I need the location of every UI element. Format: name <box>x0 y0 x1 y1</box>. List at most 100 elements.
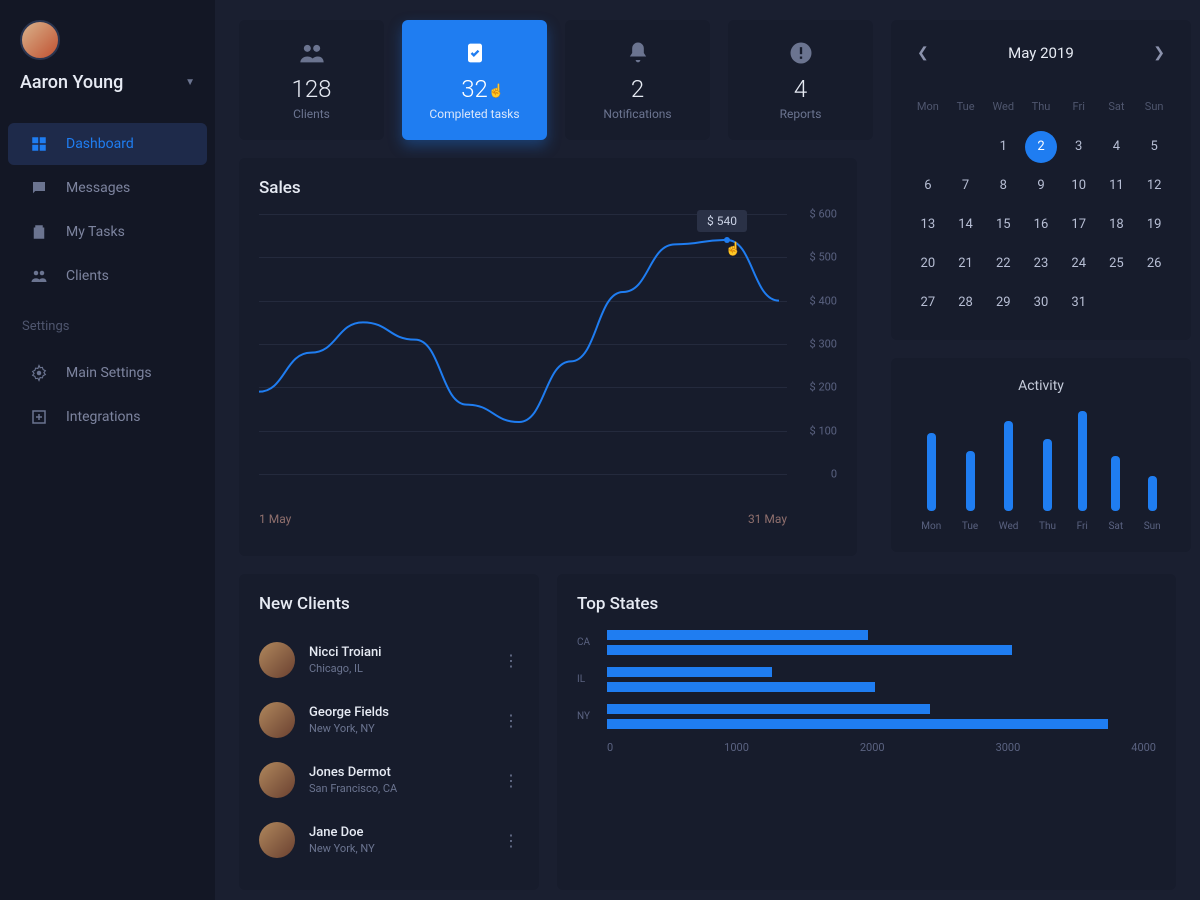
calendar-day[interactable]: 16 <box>1024 207 1058 242</box>
avatar[interactable] <box>20 20 60 60</box>
stat-value: 2 <box>631 75 644 103</box>
calendar-day[interactable]: 23 <box>1024 246 1058 281</box>
calendar-day[interactable]: 25 <box>1100 246 1134 281</box>
calendar-day[interactable]: 27 <box>911 285 945 320</box>
calendar-day[interactable]: 7 <box>949 168 983 203</box>
gear-icon <box>30 364 48 382</box>
plus-box-icon <box>30 408 48 426</box>
calendar-day[interactable]: 12 <box>1137 168 1171 203</box>
calendar-next[interactable]: ❯ <box>1153 45 1165 61</box>
calendar-day[interactable]: 11 <box>1100 168 1134 203</box>
calendar-day[interactable]: 6 <box>911 168 945 203</box>
client-row[interactable]: Jones DermotSan Francisco, CA⋮ <box>259 750 519 810</box>
y-tick: 0 <box>831 468 837 481</box>
client-row[interactable]: Nicci TroianiChicago, IL⋮ <box>259 630 519 690</box>
calendar-dow: Thu <box>1024 96 1058 125</box>
sidebar-item-messages[interactable]: Messages <box>8 167 207 209</box>
calendar-day[interactable]: 8 <box>986 168 1020 203</box>
more-icon[interactable]: ⋮ <box>503 771 519 790</box>
calendar-day[interactable]: 19 <box>1137 207 1171 242</box>
calendar-day[interactable]: 3 <box>1062 129 1096 164</box>
sidebar: Aaron Young ▼ Dashboard Messages My Task… <box>0 0 215 900</box>
sales-chart: $ 600$ 500$ 400$ 300$ 200$ 1000$ 540☝ <box>259 214 837 504</box>
stat-notifications[interactable]: 2 Notifications <box>565 20 710 140</box>
y-tick: $ 300 <box>810 338 837 351</box>
stat-reports[interactable]: 4 Reports <box>728 20 873 140</box>
client-row[interactable]: Jane Doe New York, NY ⋮ <box>259 810 519 870</box>
stat-completed-tasks[interactable]: 32 Completed tasks ☝ <box>402 20 547 140</box>
alert-icon <box>787 39 815 67</box>
dashboard-icon <box>30 135 48 153</box>
nav-settings: Main Settings Integrations <box>0 352 215 438</box>
activity-bar-label: Sun <box>1144 521 1161 532</box>
calendar-prev[interactable]: ❮ <box>917 45 929 61</box>
calendar-day[interactable]: 31 <box>1062 285 1096 320</box>
stat-label: Notifications <box>603 107 671 121</box>
calendar-day[interactable]: 18 <box>1100 207 1134 242</box>
sidebar-item-integrations[interactable]: Integrations <box>8 396 207 438</box>
calendar-dow: Wed <box>986 96 1020 125</box>
activity-chart: MonTueWedThuFriSatSun <box>911 412 1171 532</box>
calendar-day[interactable]: 14 <box>949 207 983 242</box>
activity-card: Activity MonTueWedThuFriSatSun <box>891 358 1191 552</box>
settings-section-label: Settings <box>0 299 215 342</box>
calendar-day[interactable]: 30 <box>1024 285 1058 320</box>
calendar-day[interactable]: 9 <box>1024 168 1058 203</box>
client-row[interactable]: George FieldsNew York, NY⋮ <box>259 690 519 750</box>
calendar-day[interactable]: 2 <box>1025 131 1057 163</box>
calendar-day[interactable]: 26 <box>1137 246 1171 281</box>
client-location: Chicago, IL <box>309 662 489 675</box>
sidebar-item-clients[interactable]: Clients <box>8 255 207 297</box>
states-x-axis: 01000200030004000 <box>607 741 1156 754</box>
calendar-day[interactable]: 21 <box>949 246 983 281</box>
x-axis-start: 1 May <box>259 512 291 526</box>
calendar-day[interactable]: 24 <box>1062 246 1096 281</box>
bell-icon <box>624 39 652 67</box>
calendar-day[interactable]: 5 <box>1137 129 1171 164</box>
activity-bar-label: Fri <box>1077 521 1088 532</box>
y-tick: $ 500 <box>810 251 837 264</box>
calendar-day[interactable]: 13 <box>911 207 945 242</box>
calendar-dow: Fri <box>1062 96 1096 125</box>
client-location: San Francisco, CA <box>309 782 489 795</box>
calendar-day[interactable]: 15 <box>986 207 1020 242</box>
stat-cards: 128 Clients 32 Completed tasks ☝ 2 Notif… <box>239 20 873 140</box>
x-tick: 3000 <box>996 741 1021 754</box>
stat-label: Reports <box>780 107 822 121</box>
calendar-day[interactable]: 17 <box>1062 207 1096 242</box>
more-icon[interactable]: ⋮ <box>503 831 519 850</box>
y-tick: $ 100 <box>810 424 837 437</box>
more-icon[interactable]: ⋮ <box>503 651 519 670</box>
card-title: Activity <box>911 378 1171 394</box>
calendar-day[interactable]: 29 <box>986 285 1020 320</box>
state-label: IL <box>577 674 607 685</box>
calendar-day[interactable]: 28 <box>949 285 983 320</box>
sidebar-item-dashboard[interactable]: Dashboard <box>8 123 207 165</box>
card-title: Top States <box>577 594 1156 614</box>
sidebar-item-settings[interactable]: Main Settings <box>8 352 207 394</box>
calendar-dow: Mon <box>911 96 945 125</box>
calendar-grid: MonTueWedThuFriSatSun1234567891011121314… <box>911 96 1171 320</box>
calendar-dow: Sun <box>1137 96 1171 125</box>
avatar <box>259 822 295 858</box>
client-name: Jane Doe <box>309 825 489 840</box>
calendar-day[interactable]: 20 <box>911 246 945 281</box>
more-icon[interactable]: ⋮ <box>503 711 519 730</box>
nav-main: Dashboard Messages My Tasks Clients <box>0 123 215 297</box>
sidebar-item-tasks[interactable]: My Tasks <box>8 211 207 253</box>
sidebar-item-label: My Tasks <box>66 224 125 240</box>
calendar-day[interactable]: 22 <box>986 246 1020 281</box>
state-label: CA <box>577 637 607 648</box>
calendar-day[interactable]: 1 <box>986 129 1020 164</box>
clipboard-icon <box>30 223 48 241</box>
user-menu[interactable]: Aaron Young ▼ <box>20 72 195 93</box>
state-row: IL <box>577 667 1156 692</box>
activity-bar: Sat <box>1108 456 1123 532</box>
calendar-day[interactable]: 4 <box>1100 129 1134 164</box>
top-states-card: Top States CAILNY01000200030004000 <box>557 574 1176 890</box>
stat-value: 128 <box>292 75 332 103</box>
stat-clients[interactable]: 128 Clients <box>239 20 384 140</box>
sidebar-item-label: Messages <box>66 180 130 196</box>
client-location: New York, NY <box>309 842 489 855</box>
calendar-day[interactable]: 10 <box>1062 168 1096 203</box>
